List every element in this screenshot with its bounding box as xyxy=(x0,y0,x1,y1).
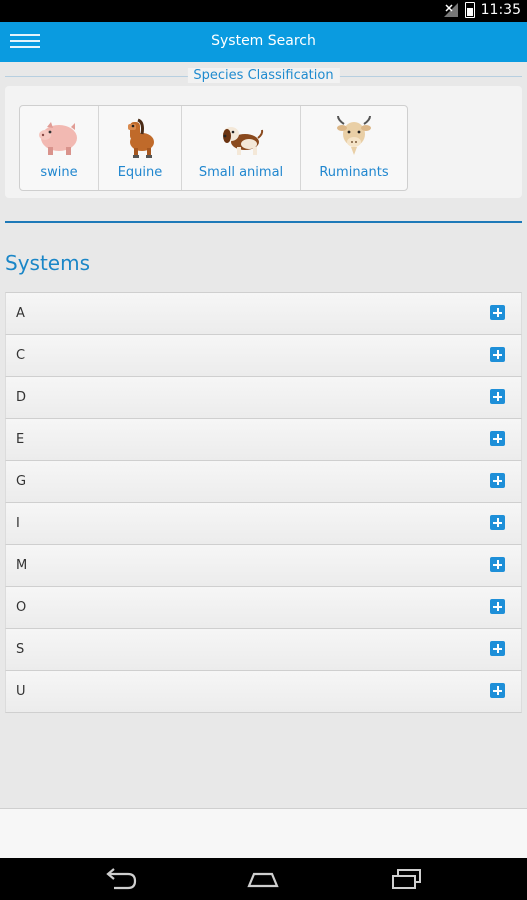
species-button-group: swine Equine Small animal Ruminants xyxy=(19,105,408,191)
expand-plus-icon[interactable] xyxy=(490,683,505,698)
species-equine-button[interactable]: Equine xyxy=(99,106,182,190)
home-icon[interactable] xyxy=(245,868,281,890)
expand-plus-icon[interactable] xyxy=(490,473,505,488)
signal-icon xyxy=(443,3,458,17)
recent-apps-icon[interactable] xyxy=(388,868,424,890)
species-ruminants-label: Ruminants xyxy=(319,165,389,180)
expand-plus-icon[interactable] xyxy=(490,641,505,656)
system-row-label: S xyxy=(16,642,25,657)
systems-heading: Systems xyxy=(5,251,90,275)
system-row-label: A xyxy=(16,306,25,321)
species-swine-label: swine xyxy=(40,165,78,180)
system-row[interactable]: A xyxy=(5,292,522,334)
page-title: System Search xyxy=(211,33,316,49)
back-icon[interactable] xyxy=(104,868,140,890)
section-divider xyxy=(5,221,522,223)
system-row[interactable]: S xyxy=(5,628,522,670)
system-row[interactable]: D xyxy=(5,376,522,418)
species-small-animal-label: Small animal xyxy=(198,165,284,180)
system-row-label: I xyxy=(16,516,20,531)
status-bar: 11:35 xyxy=(0,0,527,22)
system-row[interactable]: M xyxy=(5,544,522,586)
footer-bar xyxy=(0,809,527,858)
expand-plus-icon[interactable] xyxy=(490,431,505,446)
system-row-label: O xyxy=(16,600,27,615)
systems-list: A C D E G I M O S U xyxy=(5,292,522,713)
system-row[interactable]: I xyxy=(5,502,522,544)
species-panel: swine Equine Small animal Ruminants xyxy=(5,86,522,198)
pig-icon xyxy=(39,122,77,155)
expand-plus-icon[interactable] xyxy=(490,557,505,572)
navigation-bar xyxy=(0,858,527,900)
cow-icon xyxy=(337,115,371,155)
status-time: 11:35 xyxy=(480,2,521,18)
system-row-label: M xyxy=(16,558,28,573)
system-row[interactable]: G xyxy=(5,460,522,502)
expand-plus-icon[interactable] xyxy=(490,599,505,614)
dog-icon xyxy=(223,127,264,155)
system-row[interactable]: E xyxy=(5,418,522,460)
system-row-label: D xyxy=(16,390,27,405)
system-row[interactable]: C xyxy=(5,334,522,376)
app-header: System Search xyxy=(0,22,527,62)
species-legend: Species Classification xyxy=(187,68,340,83)
expand-plus-icon[interactable] xyxy=(490,305,505,320)
expand-plus-icon[interactable] xyxy=(490,389,505,404)
species-swine-button[interactable]: swine xyxy=(20,106,99,190)
system-row[interactable]: O xyxy=(5,586,522,628)
system-row-label: U xyxy=(16,684,26,699)
horse-icon xyxy=(128,118,154,158)
system-row-label: E xyxy=(16,432,25,447)
species-equine-label: Equine xyxy=(117,165,163,180)
battery-icon xyxy=(464,2,475,18)
system-row-label: C xyxy=(16,348,26,363)
system-row[interactable]: U xyxy=(5,670,522,713)
system-row-label: G xyxy=(16,474,27,489)
expand-plus-icon[interactable] xyxy=(490,347,505,362)
species-ruminants-button[interactable]: Ruminants xyxy=(301,106,407,190)
expand-plus-icon[interactable] xyxy=(490,515,505,530)
species-small-animal-button[interactable]: Small animal xyxy=(182,106,301,190)
